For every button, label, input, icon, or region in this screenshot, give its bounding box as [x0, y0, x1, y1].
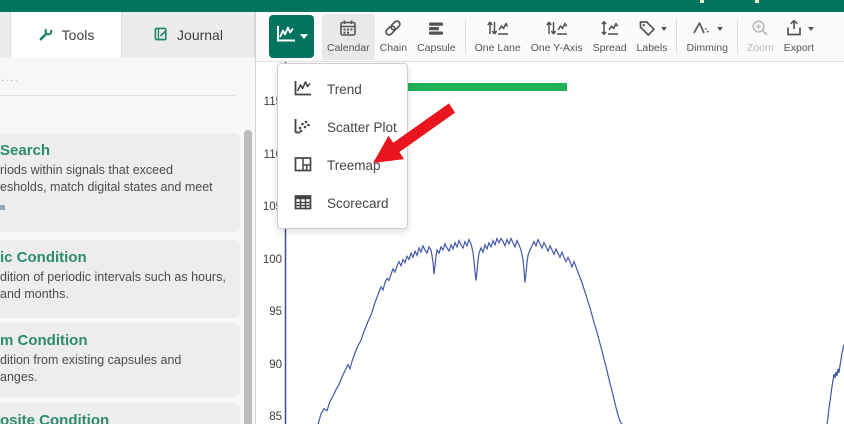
menu-item-label: Scatter Plot — [327, 120, 397, 135]
tool-list-item[interactable]: osite Condition — [0, 403, 240, 424]
treemap-icon — [292, 154, 314, 177]
tab-journal[interactable]: Journal — [122, 12, 255, 58]
menu-item-label: Scorecard — [327, 196, 389, 211]
tool-description-line: esholds, match digital states and meet — [0, 179, 230, 196]
spread-button[interactable]: Spread — [588, 14, 632, 60]
chain-button[interactable]: Chain — [375, 14, 412, 60]
menu-item-scatter-plot[interactable]: Scatter Plot — [278, 108, 407, 146]
sidebar-tab-bar: Tools Journal — [0, 12, 255, 58]
y-axis-tick-label: 85 — [256, 410, 282, 424]
tool-title: osite Condition — [0, 412, 230, 424]
toolbar-button-label: Capsule — [417, 42, 456, 54]
signal-trace — [318, 239, 622, 424]
scorecard-icon — [292, 192, 314, 215]
capsule-indicator-bar — [408, 83, 567, 91]
sidebar-scrollbar-thumb[interactable] — [244, 130, 252, 424]
caret-down-icon — [661, 27, 667, 31]
tab-journal-label: Journal — [177, 27, 223, 43]
chain-icon — [383, 18, 403, 41]
tool-title: ic Condition — [0, 249, 230, 266]
toolbar-separator — [737, 20, 738, 54]
one-y-axis-icon — [545, 18, 569, 41]
toolbar-button-label: Calendar — [327, 42, 370, 54]
tool-list-item[interactable]: m Condition dition from existing capsules… — [0, 323, 240, 397]
tool-list-item[interactable]: Search riods within signals that exceedes… — [0, 133, 240, 232]
tool-title: m Condition — [0, 332, 230, 349]
toolbar-separator — [676, 20, 677, 54]
toolbar-button-label: Labels — [637, 42, 668, 54]
chevron-down-icon — [300, 34, 308, 39]
labels-icon — [637, 18, 657, 41]
export-icon — [784, 18, 804, 41]
tool-title: Search — [0, 142, 230, 159]
spread-icon — [600, 18, 620, 41]
export-button[interactable]: Export — [779, 14, 819, 60]
calendar-icon — [338, 18, 358, 41]
tool-list-item[interactable]: ic Condition dition of periodic intervals… — [0, 240, 240, 318]
sidebar-panel: Tools Journal .... Search riods within si… — [0, 12, 256, 424]
one-y-axis-button[interactable]: One Y-Axis — [526, 14, 588, 60]
clipped-text-ellipsis: .... — [1, 72, 19, 84]
wrench-icon — [38, 26, 54, 45]
tool-description-line: dition of periodic intervals such as hou… — [0, 269, 230, 286]
caret-down-icon — [717, 27, 723, 31]
caret-down-icon — [808, 27, 814, 31]
y-axis-tick-label: 100 — [256, 253, 282, 267]
one-lane-icon — [486, 18, 510, 41]
zoom-icon — [750, 18, 770, 41]
dimming-button[interactable]: Dimming — [681, 14, 732, 60]
toolbar-button-label: Spread — [593, 42, 627, 54]
menu-item-trend[interactable]: Trend — [278, 70, 407, 108]
trend-icon — [292, 78, 314, 101]
toolbar-separator — [465, 20, 466, 54]
capsule-button[interactable]: Capsule — [412, 14, 461, 60]
menu-item-treemap[interactable]: Treemap — [278, 146, 407, 184]
view-type-dropdown-button[interactable] — [269, 15, 314, 58]
header-clipped-artifact — [700, 0, 704, 3]
calendar-button[interactable]: Calendar — [322, 14, 375, 60]
tool-description-line: anges. — [0, 369, 230, 386]
tool-description-line: riods within signals that exceed — [0, 162, 230, 179]
y-axis-tick-label: 90 — [256, 358, 282, 372]
toolbar-button-label: Export — [784, 42, 814, 54]
dimming-icon — [691, 18, 713, 41]
clipped-text-fragment — [0, 205, 5, 210]
toolbar-button-label: One Y-Axis — [531, 42, 583, 54]
zoom-button: Zoom — [742, 14, 779, 60]
chart-toolbar: Calendar Chain Capsule One Lane One Y-Axis Sp… — [256, 12, 844, 62]
toolbar-button-label: One Lane — [475, 42, 521, 54]
scatter-icon — [292, 116, 314, 139]
menu-item-label: Treemap — [327, 158, 381, 173]
header-clipped-artifact — [755, 0, 759, 3]
tool-description-line: dition from existing capsules and — [0, 352, 230, 369]
menu-item-label: Trend — [327, 82, 362, 97]
tool-description-line: and months. — [0, 286, 230, 303]
app-header-bar — [0, 0, 844, 12]
view-type-dropdown-menu: Trend Scatter Plot Treemap Scorecard — [277, 63, 408, 229]
labels-button[interactable]: Labels — [632, 14, 673, 60]
menu-item-scorecard[interactable]: Scorecard — [278, 184, 407, 222]
tab-tools-label: Tools — [62, 27, 95, 43]
y-axis-tick-label: 95 — [256, 305, 282, 319]
sidebar-divider — [0, 95, 236, 96]
capsule-icon — [426, 18, 446, 41]
toolbar-button-label: Zoom — [747, 42, 774, 54]
toolbar-button-label: Chain — [380, 42, 407, 54]
journal-icon — [153, 26, 169, 45]
tab-tools[interactable]: Tools — [10, 12, 122, 58]
toolbar-button-label: Dimming — [686, 42, 727, 54]
trend-chart-white-icon — [275, 24, 297, 49]
toolbar-buttons: Calendar Chain Capsule One Lane One Y-Axis Sp… — [322, 14, 819, 60]
signal-trace — [827, 345, 844, 424]
one-lane-button[interactable]: One Lane — [470, 14, 526, 60]
